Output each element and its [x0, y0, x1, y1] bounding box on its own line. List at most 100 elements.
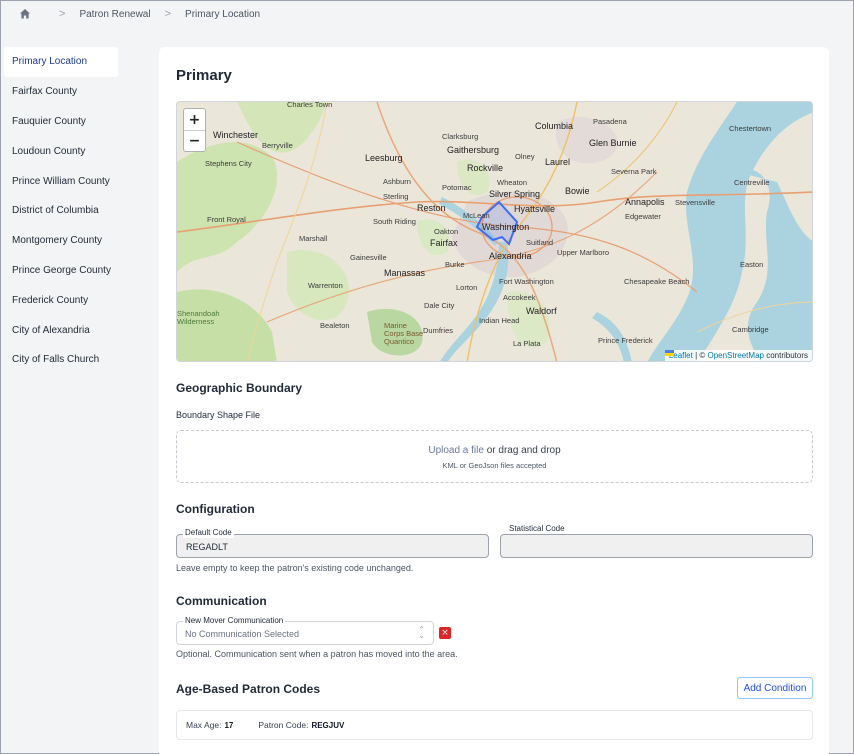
map-label: Warrenton — [308, 281, 343, 290]
new-mover-communication-value: No Communication Selected — [185, 629, 300, 639]
breadcrumb-item-patron-renewal[interactable]: Patron Renewal — [79, 9, 150, 20]
map-label: Cambridge — [732, 325, 769, 334]
map-label: South Riding — [373, 217, 416, 226]
map-label: Ashburn — [383, 177, 411, 186]
map-label: Alexandria — [489, 251, 532, 261]
breadcrumb: > Patron Renewal > Primary Location — [1, 1, 853, 27]
age-condition-row: Max Age: 17 Patron Code: REGJUV — [176, 710, 813, 740]
map-zoom-control: + − — [183, 108, 206, 152]
map-label: Dale City — [424, 301, 455, 310]
max-age-label: Max Age: — [186, 720, 222, 730]
add-condition-button[interactable]: Add Condition — [737, 677, 813, 699]
statistical-code-label: Statistical Code — [509, 524, 565, 533]
new-mover-communication-select[interactable]: New Mover Communication No Communication… — [176, 616, 434, 645]
map-label: Indian Head — [479, 316, 520, 325]
map-label: Fairfax — [430, 238, 458, 248]
statistical-code-field[interactable]: Statistical Code — [500, 524, 813, 558]
zoom-out-button[interactable]: − — [184, 130, 205, 151]
map-label: Charles Town — [287, 101, 333, 109]
sidebar-item-prince-william-county[interactable]: Prince William County — [2, 166, 122, 196]
map-label: Hyattsville — [514, 204, 556, 214]
sidebar-item-prince-george-county[interactable]: Prince George County — [2, 256, 122, 286]
attribution-separator: | © — [692, 351, 708, 360]
patron-code-label: Patron Code: — [258, 720, 309, 730]
sidebar-item-primary-location[interactable]: Primary Location — [4, 47, 118, 77]
openstreetmap-link[interactable]: OpenStreetMap — [707, 351, 763, 360]
default-code-help: Leave empty to keep the patron's existin… — [176, 563, 414, 573]
breadcrumb-item-primary-location: Primary Location — [185, 8, 261, 20]
attribution-suffix: contributors — [763, 351, 808, 360]
map-label: Sterling — [383, 192, 409, 201]
map-label: Marine Corps Base Quantico — [384, 321, 424, 346]
map-label: Winchester — [213, 130, 259, 140]
map-label: Suitland — [526, 238, 554, 247]
sidebar-item-city-of-alexandria[interactable]: City of Alexandria — [2, 315, 122, 345]
map-label: Front Royal — [207, 215, 246, 224]
map-label: Stephens City — [205, 159, 252, 168]
map-label: Oakton — [434, 227, 459, 236]
map-label: Olney — [515, 152, 535, 161]
upload-file-link[interactable]: Upload a file — [428, 445, 484, 456]
map-label: Wheaton — [497, 178, 528, 187]
map-label: Chestertown — [729, 124, 772, 133]
map-label: Accokeek — [503, 293, 536, 302]
page-title: Primary — [176, 67, 232, 84]
sidebar: Primary Location Fairfax County Fauquier… — [2, 47, 122, 375]
map-label: Stevensville — [675, 198, 716, 207]
map-label: Laurel — [545, 157, 571, 167]
age-based-codes-heading: Age-Based Patron Codes — [176, 682, 321, 696]
map-label: Edgewater — [625, 212, 661, 221]
sidebar-item-fauquier-county[interactable]: Fauquier County — [2, 107, 122, 137]
sidebar-item-district-of-columbia[interactable]: District of Columbia — [2, 196, 122, 226]
map-label: Marshall — [299, 234, 328, 243]
default-code-label: Default Code — [183, 528, 234, 538]
file-types-hint: KML or GeoJson files accepted — [442, 461, 547, 470]
map-label: Silver Spring — [489, 189, 541, 199]
map-label: Easton — [740, 260, 764, 269]
map-label: Reston — [417, 203, 446, 213]
map-label: Dumfries — [423, 326, 454, 335]
map-label: Centreville — [734, 178, 770, 187]
sidebar-item-fairfax-county[interactable]: Fairfax County — [2, 77, 122, 107]
default-code-field[interactable]: Default Code REGADLT — [176, 528, 489, 558]
sidebar-item-montgomery-county[interactable]: Montgomery County — [2, 226, 122, 256]
map-attribution: Leaflet | © OpenStreetMap contributors — [664, 350, 812, 361]
map-label: McLean — [463, 211, 490, 220]
map-label: Gaithersburg — [447, 145, 500, 155]
boundary-shape-file-label: Boundary Shape File — [176, 410, 261, 420]
patron-code-value: REGJUV — [311, 720, 345, 730]
map-label: Waldorf — [526, 306, 557, 316]
map-label: Washington — [482, 222, 530, 232]
map-label: Fort Washington — [499, 277, 554, 286]
map-label: Potomac — [442, 183, 472, 192]
map-label: Burke — [445, 260, 465, 269]
main-card: Primary Charles Town Clarksburg Columbia… — [159, 47, 829, 754]
map-label: Bealeton — [320, 321, 350, 330]
communication-help: Optional. Communication sent when a patr… — [176, 649, 458, 659]
sidebar-item-loudoun-county[interactable]: Loudoun County — [2, 136, 122, 166]
zoom-in-button[interactable]: + — [184, 109, 205, 130]
chevron-up-down-icon: ⌃ ⌄ — [418, 625, 425, 640]
sidebar-item-city-of-falls-church[interactable]: City of Falls Church — [2, 345, 122, 375]
clear-communication-button[interactable]: × — [439, 627, 451, 639]
drag-drop-text: or drag and drop — [483, 445, 561, 456]
map-label: Shenandoah Wilderness — [177, 309, 220, 326]
map-label: Severna Park — [611, 167, 657, 176]
map-label: Prince Frederick — [598, 336, 653, 345]
file-dropzone[interactable]: Upload a file or drag and drop KML or Ge… — [176, 430, 813, 483]
geographic-boundary-heading: Geographic Boundary — [176, 381, 303, 395]
sidebar-item-frederick-county[interactable]: Frederick County — [2, 285, 122, 315]
default-code-value: REGADLT — [186, 542, 228, 552]
map-label: Lorton — [456, 283, 478, 292]
map-label: Berryville — [262, 141, 293, 150]
ukraine-flag-icon — [664, 350, 674, 356]
map-label: Chesapeake Beach — [624, 277, 690, 286]
configuration-heading: Configuration — [176, 502, 255, 516]
communication-heading: Communication — [176, 594, 267, 608]
home-icon[interactable] — [19, 8, 31, 20]
map-label: Manassas — [384, 268, 426, 278]
map-label: Glen Burnie — [589, 138, 637, 148]
map-label: Bowie — [565, 186, 590, 196]
map[interactable]: Charles Town Clarksburg Columbia Pasaden… — [176, 101, 813, 362]
map-label: Leesburg — [365, 153, 403, 163]
